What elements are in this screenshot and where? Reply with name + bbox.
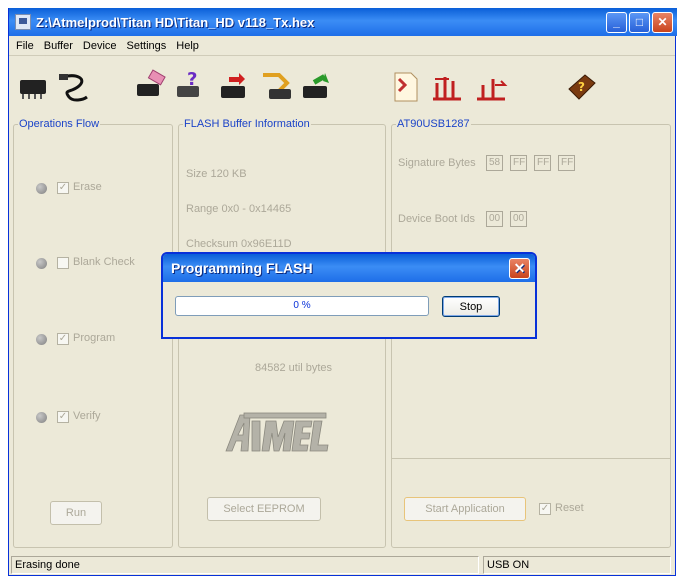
save-buffer-icon[interactable] <box>473 69 509 105</box>
progress-text: 0 % <box>293 300 311 311</box>
device-title: AT90USB1287 <box>396 118 471 130</box>
dialog-close-button[interactable]: ✕ <box>509 258 530 279</box>
boot-id-2: 00 <box>510 211 527 227</box>
window-title: Z:\Atmelprod\Titan HD\Titan_HD v118_Tx.h… <box>36 14 315 30</box>
svg-text:?: ? <box>187 69 197 90</box>
boot-id-1: 00 <box>486 211 503 227</box>
device-divider <box>392 458 670 459</box>
verify-label: Verify <box>73 410 101 422</box>
programming-dialog: Programming FLASH ✕ 0 % Stop <box>161 252 537 339</box>
toolbar: ? ? <box>9 57 675 119</box>
atmel-logo <box>225 412 329 452</box>
menu-buffer[interactable]: Buffer <box>39 40 78 52</box>
menu-device[interactable]: Device <box>78 40 122 52</box>
title-bar[interactable]: Z:\Atmelprod\Titan HD\Titan_HD v118_Tx.h… <box>9 8 677 36</box>
menu-settings[interactable]: Settings <box>122 40 172 52</box>
blank-check-status-led <box>36 258 47 269</box>
operations-flow-group: Operations Flow ✓ Erase Blank Check ✓ Pr… <box>13 118 173 548</box>
signature-byte-3: FF <box>534 155 551 171</box>
flash-buffer-title: FLASH Buffer Information <box>183 118 311 130</box>
verify-checkbox[interactable]: ✓ <box>57 411 69 423</box>
svg-text:?: ? <box>578 80 585 94</box>
minimize-button[interactable]: _ <box>606 12 627 33</box>
usb-cable-icon[interactable] <box>57 69 93 105</box>
boot-ids-label: Device Boot Ids <box>398 213 476 225</box>
erase-status-led <box>36 183 47 194</box>
dialog-title: Programming FLASH <box>171 260 313 276</box>
chip-icon[interactable] <box>15 69 51 105</box>
load-file-icon[interactable] <box>387 69 423 105</box>
app-icon <box>15 14 31 30</box>
operations-flow-title: Operations Flow <box>18 118 101 130</box>
erase-label: Erase <box>73 181 102 193</box>
reset-checkbox[interactable]: ✓ <box>539 503 551 515</box>
signature-byte-2: FF <box>510 155 527 171</box>
verify-status-led <box>36 412 47 423</box>
menu-help[interactable]: Help <box>171 40 204 52</box>
load-buffer-icon[interactable] <box>429 69 465 105</box>
start-application-button[interactable]: Start Application <box>404 497 526 521</box>
read-chip-icon[interactable] <box>259 69 295 105</box>
erase-chip-icon[interactable] <box>133 69 169 105</box>
select-eeprom-button[interactable]: Select EEPROM <box>207 497 321 521</box>
util-bytes-text: 84582 util bytes <box>255 362 333 374</box>
buffer-range-text: Range 0x0 - 0x14465 <box>186 203 292 215</box>
program-checkbox[interactable]: ✓ <box>57 333 69 345</box>
signature-label: Signature Bytes <box>398 157 476 169</box>
stop-button[interactable]: Stop <box>442 296 500 317</box>
maximize-button[interactable]: □ <box>629 12 650 33</box>
run-button[interactable]: Run <box>50 501 102 525</box>
blank-check-icon[interactable]: ? <box>173 69 209 105</box>
progress-bar: 0 % <box>175 296 429 316</box>
buffer-size-text: Size 120 KB <box>186 168 247 180</box>
blank-check-checkbox[interactable] <box>57 257 69 269</box>
help-book-icon[interactable]: ? <box>563 69 599 105</box>
verify-chip-icon[interactable] <box>299 69 335 105</box>
buffer-checksum-text: Checksum 0x96E11D <box>186 238 292 250</box>
menu-bar: File Buffer Device Settings Help <box>9 36 675 56</box>
close-button[interactable]: ✕ <box>652 12 673 33</box>
program-status-led <box>36 334 47 345</box>
reset-label: Reset <box>555 502 584 514</box>
status-message: Erasing done <box>11 556 479 574</box>
menu-file[interactable]: File <box>11 40 39 52</box>
blank-check-label: Blank Check <box>73 256 135 268</box>
program-chip-icon[interactable] <box>217 69 253 105</box>
signature-byte-4: FF <box>558 155 575 171</box>
signature-byte-1: 58 <box>486 155 503 171</box>
erase-checkbox[interactable]: ✓ <box>57 182 69 194</box>
dialog-title-bar[interactable]: Programming FLASH ✕ <box>163 254 535 282</box>
status-bar: Erasing done USB ON <box>9 554 675 575</box>
program-label: Program <box>73 332 116 344</box>
usb-status: USB ON <box>483 556 671 574</box>
